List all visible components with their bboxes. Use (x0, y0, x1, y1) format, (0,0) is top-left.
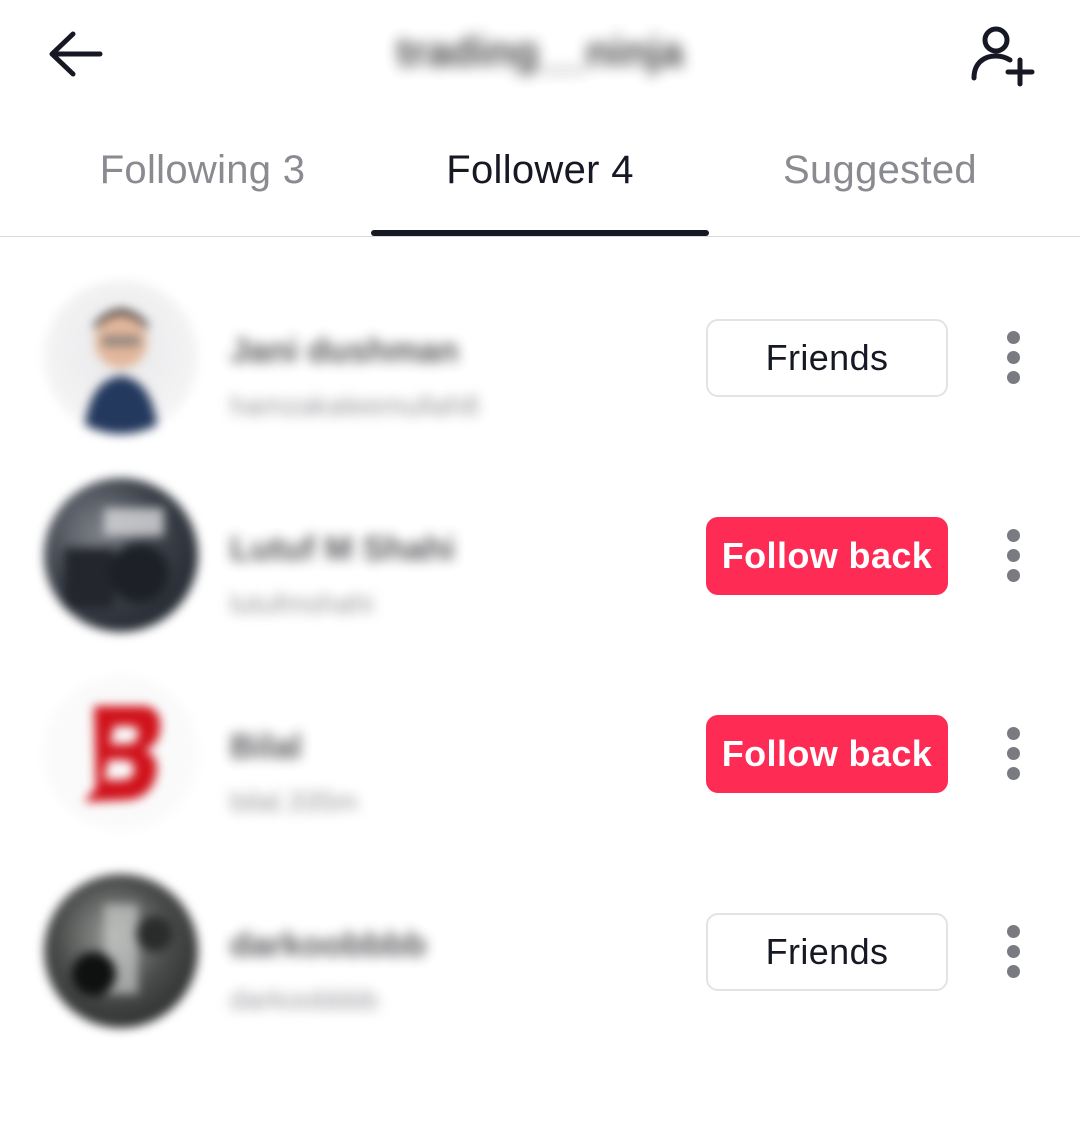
follower-name: Lutuf M Shahi (230, 530, 455, 568)
follower-row[interactable]: Lutuf M Shahi lutufmshahi Follow back (0, 478, 1080, 668)
more-dot (1007, 727, 1020, 740)
tab-following[interactable]: Following 3 (60, 148, 345, 208)
page-title: trading__ninja (396, 28, 684, 75)
tab-follower[interactable]: Follower 4 (372, 148, 708, 208)
more-dot (1007, 351, 1020, 364)
follower-name: Jani dushman (230, 332, 459, 370)
divider (0, 236, 1080, 237)
more-options-button[interactable] (990, 714, 1038, 794)
friends-button[interactable]: Friends (706, 913, 948, 991)
friends-button[interactable]: Friends (706, 319, 948, 397)
more-dot (1007, 549, 1020, 562)
brand-logo-icon (84, 706, 161, 802)
follower-handle: bilal.335m (230, 786, 358, 817)
more-dot (1007, 331, 1020, 344)
add-friend-button[interactable] (960, 18, 1040, 90)
avatar-image (64, 508, 169, 608)
follower-row[interactable]: Jani dushman hamzakaleemullah8 Friends (0, 280, 1080, 470)
arrow-left-icon (49, 31, 103, 77)
follower-row[interactable]: Bilal bilal.335m Follow back (0, 676, 1080, 866)
more-dot (1007, 371, 1020, 384)
followers-screen: trading__ninja Following 3 Follower 4 Su… (0, 0, 1080, 1137)
more-dot (1007, 965, 1020, 978)
follower-name: Bilal (230, 728, 302, 766)
avatar-image (84, 309, 158, 434)
more-options-button[interactable] (990, 912, 1038, 992)
tab-suggested[interactable]: Suggested (740, 148, 1020, 208)
follower-row[interactable]: darkoobbbb darkoobbbb Friends (0, 874, 1080, 1064)
more-dot (1007, 925, 1020, 938)
follow-back-button[interactable]: Follow back (706, 715, 948, 793)
follower-handle: darkoobbbb (230, 984, 378, 1015)
avatar-image (72, 904, 172, 996)
more-dot (1007, 767, 1020, 780)
more-dot (1007, 747, 1020, 760)
avatar[interactable] (44, 676, 198, 830)
follower-handle: lutufmshahi (230, 588, 374, 619)
more-options-button[interactable] (990, 318, 1038, 398)
more-dot (1007, 945, 1020, 958)
avatar[interactable] (44, 478, 198, 632)
follower-name: darkoobbbb (230, 926, 427, 964)
avatar[interactable] (44, 280, 198, 434)
more-dot (1007, 529, 1020, 542)
top-bar: trading__ninja (0, 0, 1080, 110)
person-plus-icon (971, 26, 1035, 87)
follower-handle: hamzakaleemullah8 (230, 390, 480, 421)
follow-back-button[interactable]: Follow back (706, 517, 948, 595)
more-dot (1007, 569, 1020, 582)
back-button[interactable] (40, 22, 110, 86)
more-options-button[interactable] (990, 516, 1038, 596)
avatar[interactable] (44, 874, 198, 1028)
tab-bar: Following 3 Follower 4 Suggested (0, 118, 1080, 238)
